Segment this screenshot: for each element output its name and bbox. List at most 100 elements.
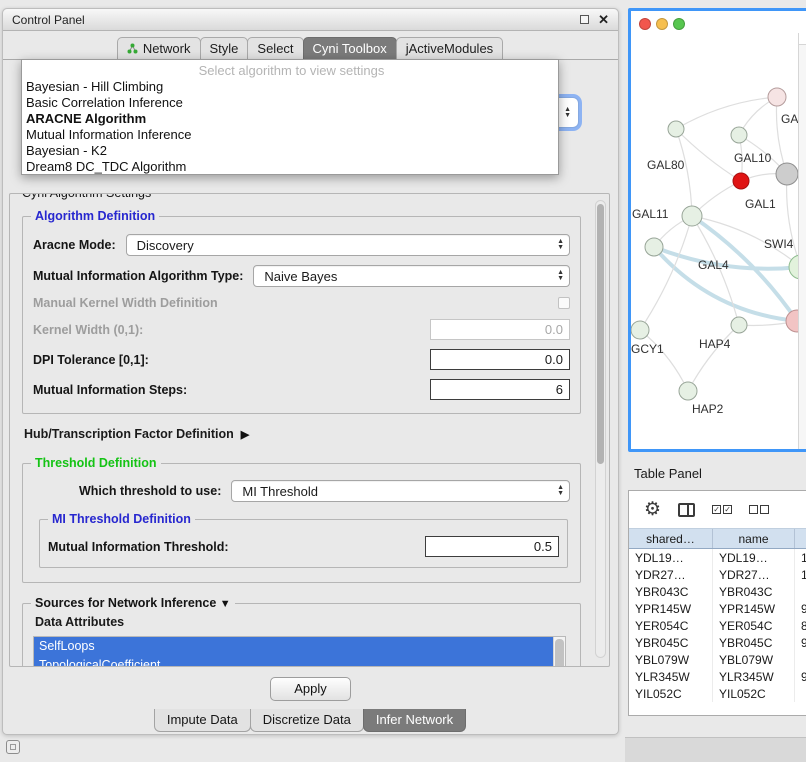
popup-placeholder: Select algorithm to view settings [25,62,558,79]
tab-style[interactable]: Style [200,37,249,59]
control-panel-window: Control Panel ✕ Network Style Select Cyn… [2,8,619,735]
table-row[interactable]: YDL19…YDL19…13 [629,549,806,566]
tab-cyni-toolbox[interactable]: Cyni Toolbox [303,37,397,59]
table-cell: YPR145W [629,600,713,617]
columns-icon[interactable] [678,503,695,517]
data-attributes-label: Data Attributes [35,615,570,629]
network-node[interactable] [768,88,786,106]
network-scrollbar[interactable] [798,33,806,449]
algorithm-popup-item[interactable]: Bayesian - Hill Climbing [25,79,558,95]
deselect-all-icon[interactable] [749,505,769,514]
combo-stepper-icon: ▲▼ [557,239,564,251]
algorithm-popup-item[interactable]: ARACNE Algorithm [25,111,558,127]
tab-discretize-data[interactable]: Discretize Data [250,709,364,732]
node-label: GAL4 [698,258,729,272]
network-node[interactable] [733,173,749,189]
network-edge [640,330,688,391]
tab-network[interactable]: Network [117,37,201,59]
tab-jactivemodules[interactable]: jActiveModules [396,37,503,59]
sources-title-row[interactable]: Sources for Network Inference ▼ [31,596,235,610]
minimize-traffic-icon[interactable] [656,18,668,30]
table-panel-window: ⚙ ✓✓ shared… name YDL19…YDL19…13YDR27…YD… [628,490,806,716]
zoom-traffic-icon[interactable] [673,18,685,30]
settings-gear-icon[interactable]: ⚙ [644,500,661,519]
network-node[interactable] [631,321,649,339]
scrollbar-thumb[interactable] [555,639,564,667]
aracne-mode-combo[interactable]: Discovery ▲▼ [126,234,570,256]
algorithm-popup-item[interactable]: Mutual Information Inference [25,127,558,143]
apply-button[interactable]: Apply [270,677,351,701]
network-canvas[interactable]: GALGAL80GAL10GAL11GAL1SWI4GAL4GCY1HAP4HA… [631,11,806,449]
algorithm-dropdown-popup: Select algorithm to view settings Bayesi… [21,59,559,175]
scrollbar-thumb[interactable] [597,204,604,464]
table-cell: YDR27… [629,566,713,583]
float-window-icon[interactable] [580,15,589,24]
mi-threshold-label: Mutual Information Threshold: [48,540,229,554]
network-tab-icon [127,43,138,54]
select-all-icon[interactable]: ✓✓ [712,505,732,514]
table-cell [795,583,806,600]
table-cell: 13 [795,549,806,566]
algorithm-popup-item[interactable]: Dream8 DC_TDC Algorithm [25,159,558,175]
tab-select[interactable]: Select [247,37,303,59]
data-attribute-item[interactable]: TopologicalCoefficient [34,656,553,667]
table-row[interactable]: YLR345WYLR345W9. [629,668,806,685]
settings-scrollbar[interactable] [595,200,606,658]
list-scrollbar[interactable] [553,637,565,667]
tab-impute-data[interactable]: Impute Data [154,709,251,732]
docked-panel-icon[interactable] [6,740,20,754]
table-row[interactable]: YIL052CYIL052C [629,685,806,702]
network-node[interactable] [776,163,798,185]
table-toolbar: ⚙ ✓✓ [629,491,806,528]
network-view-window[interactable]: GALGAL80GAL10GAL11GAL1SWI4GAL4GCY1HAP4HA… [628,8,806,452]
dpi-tolerance-field[interactable]: 0.0 [430,349,570,370]
tab-label: jActiveModules [406,41,493,56]
close-icon[interactable]: ✕ [598,13,609,26]
mi-threshold-definition-group: MI Threshold Definition Mutual Informati… [39,519,568,568]
table-row[interactable]: YBR043CYBR043C [629,583,806,600]
scrollbar-arrow[interactable] [799,33,806,45]
column-header-shared-name[interactable]: shared… [629,529,713,548]
network-node[interactable] [679,382,697,400]
table-cell: YBR043C [713,583,795,600]
kernel-width-label: Kernel Width (0,1): [33,323,143,337]
network-node[interactable] [731,317,747,333]
manual-kernel-checkbox[interactable] [558,297,570,309]
table-row[interactable]: YDR27…YDR27…12 [629,566,806,583]
table-cell: YBR043C [629,583,713,600]
column-header-name[interactable]: name [713,529,795,548]
table-row[interactable]: YER054CYER054C8. [629,617,806,634]
table-cell: 9. [795,600,806,617]
mi-steps-field[interactable]: 6 [430,379,570,400]
close-traffic-icon[interactable] [639,18,651,30]
table-row[interactable]: YPR145WYPR145W9. [629,600,806,617]
hub-transcription-expander[interactable]: Hub/Transcription Factor Definition ▶ [24,427,609,441]
which-threshold-combo[interactable]: MI Threshold ▲▼ [231,480,570,502]
column-header-extra[interactable] [795,529,806,548]
kernel-width-field[interactable]: 0.0 [430,319,570,340]
control-panel-tab-bar: Network Style Select Cyni Toolbox jActiv… [3,37,618,60]
table-row[interactable]: YBR045CYBR045C9. [629,634,806,651]
network-node[interactable] [682,206,702,226]
network-node[interactable] [731,127,747,143]
data-attribute-item[interactable]: SelfLoops [34,637,553,656]
mi-algorithm-type-combo[interactable]: Naive Bayes ▲▼ [253,265,570,287]
table-row[interactable]: YBL079WYBL079W [629,651,806,668]
table-cell: 9. [795,634,806,651]
algorithm-popup-item[interactable]: Basic Correlation Inference [25,95,558,111]
cyni-algorithm-settings-group: Cyni Algorithm Settings Algorithm Defini… [9,193,610,667]
table-cell: YBR045C [713,634,795,651]
table-cell: YDL19… [713,549,795,566]
network-node[interactable] [668,121,684,137]
mi-threshold-field[interactable]: 0.5 [425,536,559,557]
data-attributes-list[interactable]: SelfLoopsTopologicalCoefficientBetweenne… [33,636,566,667]
network-edge [776,97,787,174]
table-cell: YER054C [629,617,713,634]
tab-infer-network[interactable]: Infer Network [363,709,466,732]
network-node[interactable] [645,238,663,256]
algorithm-popup-item[interactable]: Bayesian - K2 [25,143,558,159]
table-cell: YBL079W [713,651,795,668]
table-cell: YIL052C [629,685,713,702]
algorithm-popup-list: Bayesian - Hill ClimbingBasic Correlatio… [25,79,558,175]
node-label: GAL10 [734,151,772,165]
